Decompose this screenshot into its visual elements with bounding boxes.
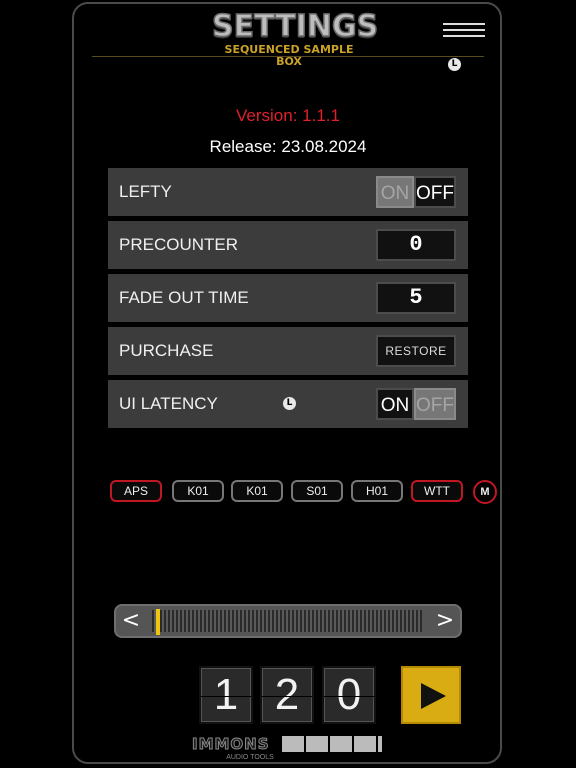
ui-latency-on-option[interactable]: ON [376,388,414,420]
tempo-digit-tens[interactable]: 2 [260,666,314,724]
version-text: Version: 1.1.1 [236,106,340,125]
lefty-label: LEFTY [119,182,172,201]
ui-latency-label: UI LATENCY [119,394,218,413]
chip-m[interactable]: M [473,480,497,504]
setting-row-precounter: PRECOUNTER 0 [108,221,468,269]
brand-logo: IMMONS AUDIO TOOLS [190,735,384,761]
scrub-track[interactable] [152,610,422,632]
scrub-thumb[interactable] [156,609,160,635]
ui-latency-toggle[interactable]: ON OFF [376,388,456,420]
restore-button[interactable]: RESTORE [376,335,456,367]
purchase-label: PURCHASE [119,341,214,360]
brand-logo-name: IMMONS [192,735,270,753]
page-title: SETTINGS [211,9,379,45]
chip-s01[interactable]: S01 [291,480,343,502]
title-divider [92,56,484,57]
precounter-value[interactable]: 0 [376,229,456,261]
fade-out-time-value[interactable]: 5 [376,282,456,314]
setting-row-lefty: LEFTY ON OFF [108,168,468,216]
scrub-right-button[interactable]: > [433,609,457,633]
tempo-digit-hundreds[interactable]: 1 [199,666,253,724]
brand-logo-bars [282,736,382,752]
lefty-toggle[interactable]: ON OFF [376,176,456,208]
tempo-digit-ones[interactable]: 0 [322,666,376,724]
scrub-left-button[interactable]: < [119,609,143,633]
ui-latency-info-icon: L [283,397,296,410]
chip-aps[interactable]: APS [110,480,162,502]
position-scrubber[interactable]: < > [114,604,462,638]
latency-indicator-icon: L [448,58,461,71]
hamburger-menu-icon[interactable] [443,23,485,39]
chip-k01-a[interactable]: K01 [172,480,224,502]
lefty-on-option[interactable]: ON [376,176,414,208]
setting-row-ui-latency: UI LATENCY L ON OFF [108,380,468,428]
lefty-off-option[interactable]: OFF [414,176,456,208]
brand-logo-tagline: AUDIO TOOLS [226,754,274,761]
chip-k01-b[interactable]: K01 [231,480,283,502]
chip-h01[interactable]: H01 [351,480,403,502]
play-button[interactable] [401,666,461,724]
fade-out-time-label: FADE OUT TIME [119,288,249,307]
release-text: Release: 23.08.2024 [209,137,367,156]
setting-row-purchase: PURCHASE RESTORE [108,327,468,375]
chip-wtt[interactable]: WTT [411,480,463,502]
setting-row-fade-out-time: FADE OUT TIME 5 [108,274,468,322]
ui-latency-off-option[interactable]: OFF [414,388,456,420]
play-icon [421,683,446,709]
precounter-label: PRECOUNTER [119,235,239,254]
